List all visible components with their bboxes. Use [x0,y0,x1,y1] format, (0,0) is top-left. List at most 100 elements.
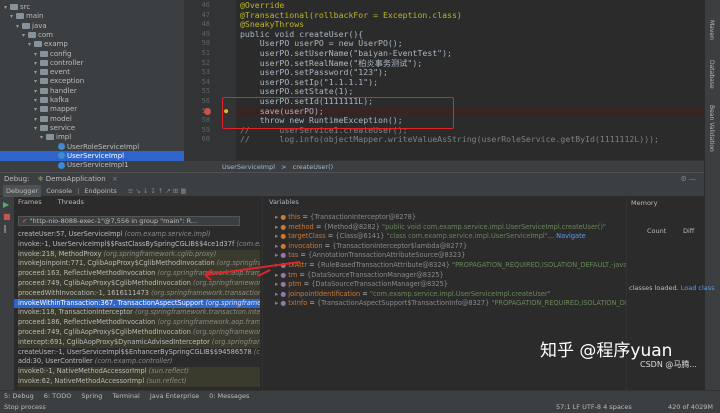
frame-method: add:30, UserController [18,357,95,366]
memory-count[interactable]: Count [647,227,666,235]
line-number[interactable]: 53 [202,68,210,78]
frame-package: (co [253,347,260,356]
variable-row[interactable]: ▸ ● method = {Method@8282} "public void … [275,223,606,233]
variable-row[interactable]: ▸ ● tm = {DataSourceTransactionManager@8… [275,271,444,281]
load-class-link[interactable]: Load class [681,284,715,292]
thread-selector[interactable]: ✔ "http-nio-8088-exec-1"@7,556 in group … [18,216,240,226]
step-icons[interactable]: ≡ ↘ ↓ ↧ ↑ ↗ ⊞ ▦ [128,187,187,195]
stack-frame[interactable]: createUser:57, UserServiceImpl (com.exam… [18,230,260,240]
stack-frame[interactable]: proceed:186, ReflectiveMethodInvocation … [18,318,260,328]
bottom-tab[interactable]: Java Enterprise [150,392,199,400]
variable-equals: = [300,213,311,221]
line-number[interactable]: 55 [202,87,210,97]
pause-icon[interactable]: ‖ [3,224,11,233]
status-position[interactable]: 57:1 LF UTF-8 4 spaces [556,402,632,413]
frame-method: proceed:163, ReflectiveMethodInvocation [18,269,158,278]
line-number[interactable]: 50 [202,39,210,49]
frame-package: (org.springframework.transaction [151,288,260,297]
threads-header[interactable]: Threads [58,198,84,206]
line-number[interactable]: 60 [202,135,210,145]
gear-icon[interactable]: ⚙ — [680,173,696,185]
folder-icon [16,13,24,20]
class-icon [58,152,65,160]
variable-row[interactable]: ▸ ● joinpointIdentification = "com.examp… [275,290,551,300]
line-number[interactable]: 48 [202,20,210,30]
memory-indicator[interactable]: 420 of 4029M [668,402,713,413]
tree-item-label: impl [56,133,72,142]
variable-equals: = [325,232,336,241]
breakpoint-icon[interactable] [204,107,211,115]
frame-method: invokeWithinTransaction:367, Transaction… [18,298,206,307]
editor-breadcrumb[interactable]: UserServiceImpl > createUser() [184,160,704,172]
tab-console[interactable]: Console [43,185,75,197]
variable-row[interactable]: ▸ ● tas = {AnnotationTransactionAttribut… [275,251,465,261]
line-number[interactable]: 51 [202,49,210,59]
variable-type: {Method@8282} [323,222,380,231]
line-number[interactable]: 46 [202,1,210,11]
stack-frame[interactable]: proceed:749, CglibAopProxy$CglibMethodIn… [18,328,260,338]
stack-frame[interactable]: add:30, UserController (com.examp.contro… [18,357,260,367]
memory-header[interactable]: Memory [627,197,704,209]
bottom-tab[interactable]: Spring [81,392,102,400]
resume-icon[interactable]: ▶ [3,200,11,209]
check-icon: ✔ [22,217,28,225]
variable-row[interactable]: ▸ ● invocation = {TransactionInterceptor… [275,242,467,252]
tab-endpoints[interactable]: Endpoints [81,185,119,197]
tree-item-label: examp [44,40,68,49]
breadcrumb-method[interactable]: createUser() [293,163,334,171]
tree-class-item[interactable]: UserServiceImpl1 [0,160,184,170]
bottom-tab[interactable]: 6: TODO [44,392,72,400]
bottom-tab[interactable]: Terminal [112,392,139,400]
line-number[interactable]: 56 [202,97,210,107]
line-number[interactable]: 47 [202,11,210,21]
thread-name: "http-nio-8088-exec-1"@7,556 in group "m… [29,217,198,225]
variable-value: "com.examp.service.impl.UserServiceImpl.… [369,289,551,298]
debug-header: Debug: ✱ DemoApplication × ⚙ — [0,172,704,185]
memory-diff[interactable]: Diff [683,227,694,235]
frame-method: proceed:749, CglibAopProxy$CglibMethodIn… [18,279,194,287]
navigate-link[interactable]: ... Navigate [548,232,586,240]
bottom-tab[interactable]: 0: Messages [209,392,249,400]
frame-package: (org.springframew [216,259,260,268]
variable-row[interactable]: ▸ ● txAttr = {RuleBasedTransactionAttrib… [275,261,626,271]
code-line[interactable]: // log.info(objectMapper.writeValueAsStr… [240,135,659,145]
stack-frame[interactable]: invokeJoinpoint:771, CglibAopProxy$Cglib… [18,259,260,270]
stack-frame[interactable]: proceed:749, CglibAopProxy$CglibMethodIn… [18,279,260,289]
variable-row[interactable]: ▸ ● targetClass = {Class@6141} "class co… [275,232,586,242]
frame-method: invoke:62, NativeMethodAccessorImpl [18,377,147,385]
line-number[interactable]: 54 [202,78,210,88]
stack-frame[interactable]: invoke:218, MethodProxy (org.springframe… [18,249,260,260]
tree-item-label: src [20,3,31,11]
variable-row[interactable]: ▸ ● txInfo = {TransactionAspectSupport$T… [275,299,626,309]
stack-frame[interactable]: invoke:-1, UserServiceImpl$$FastClassByS… [18,240,260,250]
breadcrumb-class[interactable]: UserServiceImpl [222,163,275,171]
stop-icon[interactable]: ■ [3,212,11,221]
tree-item-label: java [32,21,47,30]
bottom-tab[interactable]: 5: Debug [4,392,34,400]
stack-frame[interactable]: intercept:691, CglibAopProxy$DynamicAdvi… [18,337,260,348]
stack-frame[interactable]: createUser:-1, UserServiceImpl$$Enhancer… [18,348,260,358]
line-number[interactable]: 52 [202,59,210,69]
stack-frame[interactable]: invoke:118, TransactionInterceptor (org.… [18,308,260,319]
line-number[interactable]: 49 [202,30,210,40]
stack-frame[interactable]: invoke:62, NativeMethodAccessorImpl (sun… [18,377,260,387]
bean-validation-tab[interactable]: Bean Validation [708,105,715,152]
line-number[interactable]: 59 [202,126,210,136]
folder-icon [40,115,48,122]
code-editor[interactable]: @Override @Transactional(rollbackFor = Ex… [236,0,704,160]
variable-row[interactable]: ▸ ● this = {TransactionInterceptor@8278} [275,213,416,223]
run-config-tab[interactable]: DemoApplication [46,175,106,183]
folder-icon [22,22,30,29]
stack-frame[interactable]: proceed:163, ReflectiveMethodInvocation … [18,269,260,279]
variable-row[interactable]: ▸ ● ptm = {DataSourceTransactionManager@… [275,280,448,290]
stack-frame[interactable]: invoke0:-1, NativeMethodAccessorImpl (su… [18,367,260,377]
close-icon[interactable]: × [112,175,118,183]
line-number[interactable]: 58 [202,116,210,126]
stack-frame[interactable]: invokeWithinTransaction:367, Transaction… [14,298,260,309]
frames-header[interactable]: Frames [18,198,42,206]
csdn-watermark: CSDN @马腾... [640,360,697,369]
tab-debugger[interactable]: Debugger [3,185,42,197]
database-tab[interactable]: Database [708,60,715,89]
maven-tab[interactable]: Maven [708,20,715,40]
stack-frame[interactable]: proceedWithInvocation:-1, 1616111473 (or… [18,288,260,299]
